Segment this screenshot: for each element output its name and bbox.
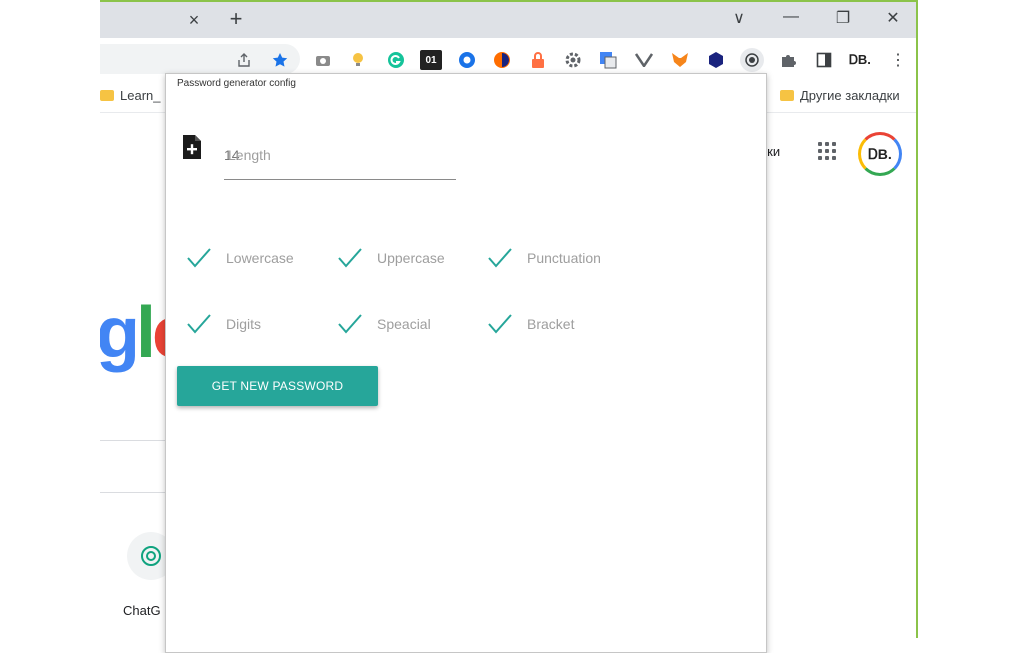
checkmark-icon <box>186 247 212 269</box>
tab-close-icon[interactable]: × <box>184 10 204 31</box>
option-bracket[interactable]: Bracket <box>487 313 574 335</box>
extension-popup: Password generator config 14 Length Lowe… <box>165 73 767 653</box>
option-digits[interactable]: Digits <box>186 313 261 335</box>
hex-extension-icon[interactable] <box>706 50 726 70</box>
lock-extension-icon[interactable] <box>528 50 548 70</box>
option-label: Punctuation <box>527 250 601 266</box>
orange-swirl-extension-icon[interactable] <box>492 50 512 70</box>
bookmark-label: Learn_ <box>120 88 160 103</box>
gear-extension-icon[interactable] <box>563 50 583 70</box>
option-label: Lowercase <box>226 250 294 266</box>
blue-circle-extension-icon[interactable] <box>457 50 477 70</box>
profile-button[interactable]: ᎠB. <box>845 50 875 70</box>
bookmark-label: Другие закладки <box>800 88 900 103</box>
option-label: Bracket <box>527 316 574 332</box>
checkmark-icon <box>487 313 513 335</box>
active-extension-icon[interactable] <box>740 48 764 72</box>
option-label: Digits <box>226 316 261 332</box>
option-lowercase[interactable]: Lowercase <box>186 247 294 269</box>
tab-bar: × + ∨ — ❐ ✕ <box>100 2 916 38</box>
folder-icon <box>780 90 794 101</box>
get-new-password-button[interactable]: GET NEW PASSWORD <box>177 366 378 406</box>
option-uppercase[interactable]: Uppercase <box>337 247 445 269</box>
v-extension-icon[interactable] <box>634 50 654 70</box>
checkmark-icon <box>337 313 363 335</box>
side-panel-icon[interactable] <box>814 50 834 70</box>
bookmark-other-bookmarks[interactable]: Другие закладки <box>780 88 900 103</box>
restore-button[interactable]: ❐ <box>832 8 854 28</box>
tab-search-icon[interactable]: ∨ <box>728 8 750 28</box>
share-icon[interactable] <box>234 50 254 70</box>
checkmark-icon <box>337 247 363 269</box>
option-label: Speacial <box>377 316 431 332</box>
new-tab-button[interactable]: + <box>226 6 246 32</box>
popup-title: Password generator config <box>177 78 296 89</box>
close-window-button[interactable]: ✕ <box>882 8 904 28</box>
binary-extension-icon[interactable]: 01 <box>420 50 442 70</box>
option-special[interactable]: Speacial <box>337 313 431 335</box>
minimize-button[interactable]: — <box>780 8 802 26</box>
divider <box>100 492 170 493</box>
length-input[interactable]: 14 Length <box>224 141 456 180</box>
checkmark-icon <box>186 313 212 335</box>
checkmark-icon <box>487 247 513 269</box>
option-label: Uppercase <box>377 250 445 266</box>
search-box-edge <box>100 440 170 441</box>
grammarly-extension-icon[interactable] <box>386 50 406 70</box>
option-punctuation[interactable]: Punctuation <box>487 247 601 269</box>
bookmark-star-icon[interactable] <box>270 50 290 70</box>
translate-extension-icon[interactable] <box>598 50 618 70</box>
file-add-icon <box>181 134 203 160</box>
camera-extension-icon[interactable] <box>313 50 333 70</box>
apps-grid-icon[interactable] <box>818 142 836 160</box>
bulb-extension-icon[interactable] <box>348 50 368 70</box>
folder-icon <box>100 90 114 101</box>
metamask-extension-icon[interactable] <box>670 50 690 70</box>
avatar[interactable]: ᎠB. <box>858 132 902 176</box>
extensions-puzzle-icon[interactable] <box>778 50 798 70</box>
length-placeholder: Length <box>228 147 271 163</box>
shortcut-label: ChatG <box>123 603 161 618</box>
menu-kebab-icon[interactable]: ⋮ <box>888 50 908 70</box>
bookmark-learn[interactable]: Learn_ <box>100 88 160 103</box>
